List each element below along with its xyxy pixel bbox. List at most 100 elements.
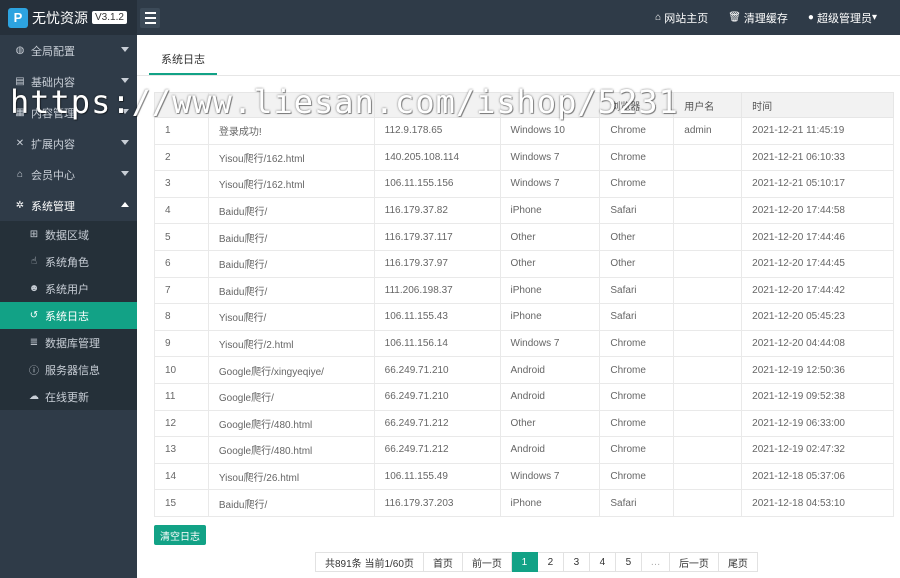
table-row: 9 Yisou爬行/2.html 106.11.156.14 Windows 7 Chr…: [154, 329, 894, 358]
chevron-up-icon: [121, 202, 129, 207]
table-cell: 登录成功!: [207, 117, 375, 145]
tab-bar: 系统日志: [137, 35, 900, 76]
clear-log-button[interactable]: 清空日志: [154, 525, 206, 545]
table-cell: [673, 170, 743, 198]
sidebar-subitem-0[interactable]: ⊞ 数据区域: [0, 221, 137, 248]
table-row: 12 Google爬行/480.html 66.249.71.212 Other Chr…: [154, 409, 894, 438]
sidebar-subitem-4[interactable]: ≣ 数据库管理: [0, 329, 137, 356]
table-cell: 140.205.108.114: [373, 143, 501, 172]
sidebar-subitem-label: 系统角色: [45, 256, 89, 269]
table-cell: [673, 462, 743, 491]
sidebar-item-5[interactable]: ✲ 系统管理: [0, 190, 137, 221]
table-cell: [673, 489, 743, 517]
table-cell: 2021-12-19 02:47:32: [741, 436, 894, 464]
table-row: 11 Google爬行/66.249.71.210 Android Chrome 202…: [154, 382, 894, 411]
header-link-1[interactable]: 🗑 清理缓存: [728, 10, 788, 26]
header-link-2[interactable]: ● 超级管理员 ▾: [808, 10, 880, 26]
table-cell: Baidu爬行/: [207, 196, 375, 225]
table-cell: [673, 303, 743, 331]
sidebar-subitem-3[interactable]: ↺ 系统日志: [0, 302, 137, 329]
page-button-3[interactable]: 3: [563, 552, 590, 572]
table-cell: Windows 10: [499, 117, 601, 145]
table-cell: Safari: [599, 303, 675, 331]
table-body: 1 登录成功! 112.9.178.65 Windows 10 Chrome admin 2…: [154, 117, 894, 517]
globe-icon: ◍: [15, 45, 25, 56]
sidebar-subitem-5[interactable]: ⓘ 服务器信息: [0, 356, 137, 383]
table-cell: Baidu爬行/: [207, 249, 375, 278]
table-cell: 66.249.71.210: [373, 382, 501, 411]
table-cell: 2021-12-21 11:45:19: [741, 117, 894, 145]
table-row: 3 Yisou爬行/162.html 106.11.155.156 Windows 7…: [154, 170, 894, 198]
tab-system-log[interactable]: 系统日志: [149, 51, 217, 75]
table-cell: Other: [599, 223, 675, 251]
table-cell: Yisou爬行/2.html: [207, 329, 375, 358]
table-cell: Other: [599, 249, 675, 278]
table-cell: [673, 382, 743, 411]
sidebar-item-3[interactable]: ✕ 扩展内容: [0, 128, 137, 159]
page-button-1[interactable]: 1: [511, 552, 538, 572]
trash-icon: 🗑: [728, 12, 741, 23]
table-cell: Baidu爬行/: [207, 489, 375, 517]
sidebar-item-0[interactable]: ◍ 全局配置: [0, 35, 137, 66]
header-link-0[interactable]: ⌂ 网站主页: [655, 10, 708, 26]
sidebar-submenu: ⊞ 数据区域 ☝ 系统角色 ☻ 系统用户 ↺ 系统日志 ≣ 数据库管理 ⓘ 服务器信息 ☁ 在线更新: [0, 221, 137, 410]
sidebar-item-label: 会员中心: [31, 169, 75, 182]
sidebar-subitem-label: 服务器信息: [45, 364, 100, 377]
first-page-button[interactable]: 首页: [423, 552, 463, 572]
table-cell: iPhone: [499, 276, 601, 305]
top-bar: P 无忧资源 V3.1.2 ⌂ 网站主页 🗑 清理缓存 ● 超级管理员 ▾: [0, 0, 900, 35]
table-cell: 2021-12-21 05:10:17: [741, 170, 894, 198]
last-page-button[interactable]: 尾页: [718, 552, 758, 572]
table-cell: Yisou爬行/: [207, 303, 375, 331]
table-cell: 6: [154, 249, 209, 278]
table-cell: [673, 409, 743, 438]
table-cell: 2: [154, 143, 209, 172]
top-links: ⌂ 网站主页 🗑 清理缓存 ● 超级管理员 ▾: [655, 0, 900, 35]
table-cell: 2021-12-19 12:50:36: [741, 356, 894, 384]
table-cell: [673, 249, 743, 278]
pagination-ellipsis: …: [641, 552, 670, 572]
logo[interactable]: P 无忧资源 V3.1.2: [0, 0, 137, 35]
history-icon: ↺: [29, 310, 39, 321]
column-header: 时间: [741, 92, 894, 118]
sidebar-subitem-1[interactable]: ☝ 系统角色: [0, 248, 137, 275]
pagination: 共891条 当前1/60页 首页 前一页 1 2 3 4 5… 后一页 尾页: [315, 552, 758, 572]
gear-icon: ✲: [15, 200, 25, 211]
sidebar-subitem-2[interactable]: ☻ 系统用户: [0, 275, 137, 302]
table-cell: 111.206.198.37: [373, 276, 501, 305]
table-cell: 116.179.37.203: [373, 489, 501, 517]
table-cell: 2021-12-20 17:44:45: [741, 249, 894, 278]
page-button-4[interactable]: 4: [589, 552, 616, 572]
sidebar-subitem-6[interactable]: ☁ 在线更新: [0, 383, 137, 410]
table-cell: [673, 223, 743, 251]
table-cell: Safari: [599, 196, 675, 225]
table-row: 1 登录成功! 112.9.178.65 Windows 10 Chrome admin 2…: [154, 117, 894, 145]
sidebar-item-4[interactable]: ⌂ 会员中心: [0, 159, 137, 190]
page-button-5[interactable]: 5: [615, 552, 642, 572]
table-cell: 2021-12-20 17:44:42: [741, 276, 894, 305]
log-table-wrap: 浏览器 用户名 时间 1 登录成功! 112.9.178.65 Windows 10 Chr…: [154, 92, 894, 517]
prev-page-button[interactable]: 前一页: [462, 552, 512, 572]
sidebar-subitem-label: 在线更新: [45, 391, 89, 404]
table-cell: Baidu爬行/: [207, 223, 375, 251]
table-cell: 3: [154, 170, 209, 198]
table-cell: Android: [499, 356, 601, 384]
table-cell: Yisou爬行/162.html: [207, 170, 375, 198]
menu-toggle-icon[interactable]: [140, 7, 160, 28]
next-page-button[interactable]: 后一页: [669, 552, 719, 572]
chevron-down-icon: ▾: [871, 12, 877, 23]
table-row: 2 Yisou爬行/162.html 140.205.108.114 Windows …: [154, 143, 894, 172]
table-cell: [673, 143, 743, 172]
header-link-label: 超级管理员: [816, 12, 872, 25]
table-cell: iPhone: [499, 489, 601, 517]
table-row: 8 Yisou爬行/106.11.155.43 iPhone Safari 2021-1…: [154, 303, 894, 331]
table-cell: Baidu爬行/: [207, 276, 375, 305]
sidebar-subitem-label: 数据库管理: [45, 337, 100, 350]
table-row: 13 Google爬行/480.html 66.249.71.212 Android C…: [154, 436, 894, 464]
table-cell: 106.11.155.156: [373, 170, 501, 198]
table-cell: Yisou爬行/26.html: [207, 462, 375, 491]
hand-icon: ☝: [30, 256, 38, 267]
table-cell: 12: [154, 409, 209, 438]
table-cell: Google爬行/xingyeqiye/: [207, 356, 375, 384]
page-button-2[interactable]: 2: [537, 552, 564, 572]
